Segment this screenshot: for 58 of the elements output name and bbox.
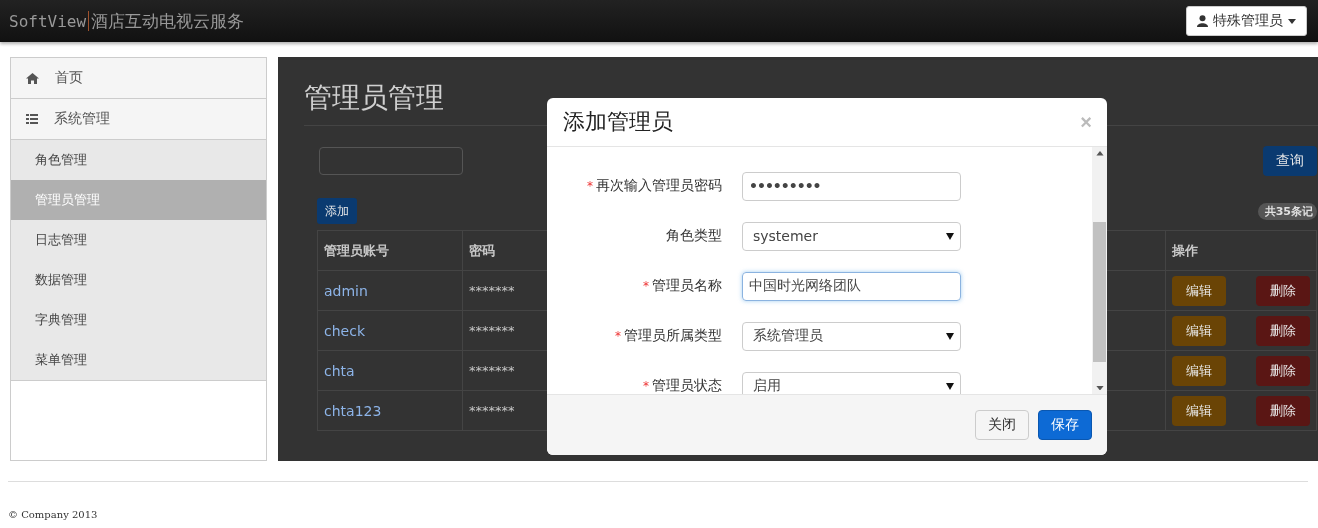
record-count-badge: 共35条记: [1257, 202, 1317, 220]
field-label: 再次输入管理员密码: [596, 177, 722, 195]
sidebar-item[interactable]: 角色管理: [11, 140, 266, 180]
user-menu-button[interactable]: 特殊管理员: [1186, 6, 1307, 36]
account-link[interactable]: chta123: [324, 402, 382, 419]
sidebar-item[interactable]: 日志管理: [11, 220, 266, 260]
add-button[interactable]: 添加: [317, 198, 357, 224]
sidebar-section[interactable]: 系统管理: [11, 99, 266, 140]
password-mask: *******: [469, 283, 515, 298]
account-link[interactable]: chta: [324, 362, 355, 379]
account-link[interactable]: check: [324, 322, 365, 339]
required-mark: *: [587, 179, 593, 193]
delete-button[interactable]: 删除: [1256, 275, 1310, 306]
brand-subtitle: 酒店互动电视云服务: [91, 9, 245, 33]
edit-button[interactable]: 编辑: [1172, 275, 1226, 306]
required-mark: *: [615, 329, 621, 343]
dropdown-arrow-icon: [946, 382, 954, 390]
edit-button[interactable]: 编辑: [1172, 315, 1226, 346]
dismiss-button[interactable]: 关闭: [975, 410, 1029, 440]
caret-icon: [1288, 18, 1296, 24]
delete-button[interactable]: 删除: [1256, 395, 1310, 426]
field-label: 角色类型: [666, 227, 722, 245]
column-header: 管理员账号: [317, 230, 463, 271]
scrollbar[interactable]: [1092, 147, 1107, 394]
edit-button[interactable]: 编辑: [1172, 355, 1226, 386]
brand-name[interactable]: SoftView: [9, 11, 87, 31]
column-header: 操作: [1165, 230, 1317, 271]
password-mask: *******: [469, 403, 515, 418]
password-mask: *******: [469, 363, 515, 378]
sidebar-item[interactable]: 数据管理: [11, 260, 266, 300]
select-field[interactable]: systemer: [742, 221, 961, 251]
delete-button[interactable]: 删除: [1256, 315, 1310, 346]
search-field[interactable]: [319, 147, 463, 175]
scroll-up-icon[interactable]: [1095, 151, 1104, 156]
field-label: 管理员所属类型: [624, 327, 722, 345]
dropdown-arrow-icon: [946, 332, 954, 340]
edit-button[interactable]: 编辑: [1172, 395, 1226, 426]
user-icon: [1197, 15, 1208, 27]
sidebar-item[interactable]: 字典管理: [11, 300, 266, 340]
password-field[interactable]: •••••••••: [742, 171, 961, 201]
select-field[interactable]: 系统管理员: [742, 321, 961, 351]
field-label: 管理员状态: [652, 377, 722, 394]
scroll-down-icon[interactable]: [1095, 385, 1104, 390]
home-icon: [26, 72, 39, 84]
list-icon: [26, 114, 38, 124]
delete-button[interactable]: 删除: [1256, 355, 1310, 386]
copyright-text: © Company 2013: [8, 509, 98, 520]
dropdown-arrow-icon: [946, 232, 954, 240]
password-mask: *******: [469, 323, 515, 338]
field-label: 管理员名称: [652, 277, 722, 295]
input-field[interactable]: 中国时光网络团队: [742, 271, 961, 301]
required-mark: *: [643, 279, 649, 293]
sidebar-section[interactable]: 首页: [11, 58, 266, 99]
sidebar-item[interactable]: 菜单管理: [11, 340, 266, 381]
query-button[interactable]: 查询: [1263, 146, 1317, 176]
required-mark: *: [643, 379, 649, 393]
account-link[interactable]: admin: [324, 282, 368, 299]
save-button[interactable]: 保存: [1038, 410, 1092, 440]
